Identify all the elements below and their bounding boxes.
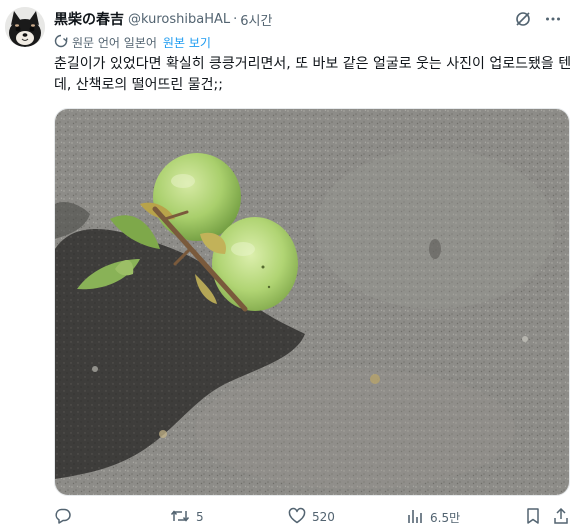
share-icon [552, 507, 570, 528]
views-icon [406, 507, 424, 528]
like-button[interactable]: 520 [288, 506, 335, 528]
display-name[interactable]: 黒柴の春吉 [54, 9, 124, 29]
bookmark-button[interactable] [524, 506, 542, 528]
views-button[interactable]: 6.5만 [406, 506, 460, 528]
share-button[interactable] [552, 506, 570, 528]
reply-icon [54, 507, 72, 528]
reply-button[interactable] [54, 506, 78, 528]
tweet-actions: 5 520 6.5만 [54, 506, 570, 528]
more-icon[interactable] [542, 8, 564, 30]
views-count: 6.5만 [430, 510, 461, 525]
separator-dot: · [233, 11, 238, 27]
like-icon [288, 507, 306, 528]
show-original-link[interactable]: 원본 보기 [163, 34, 211, 51]
tweet-header: 黒柴の春吉 @kuroshibaHAL · 6시간 [54, 8, 570, 30]
user-handle[interactable]: @kuroshibaHAL [128, 12, 230, 27]
bookmark-icon [524, 507, 542, 528]
grok-icon[interactable] [512, 8, 534, 30]
translation-label: 원문 언어 일본어 [72, 35, 157, 50]
retweet-button[interactable]: 5 [170, 506, 204, 528]
tweet-text: 춘길이가 있었다면 확실히 킁킁거리면서, 또 바보 같은 얼굴로 웃는 사진이… [54, 56, 572, 93]
translate-icon [54, 34, 68, 51]
timestamp[interactable]: 6시간 [240, 10, 272, 29]
avatar[interactable] [5, 7, 45, 47]
translation-row: 원문 언어 일본어 원본 보기 [54, 33, 211, 51]
like-count: 520 [312, 510, 335, 524]
retweet-icon [170, 507, 190, 528]
tweet-photo[interactable] [54, 108, 570, 496]
tweet[interactable]: 黒柴の春吉 @kuroshibaHAL · 6시간 원문 언어 일본어 원본 보… [0, 0, 584, 529]
retweet-count: 5 [196, 510, 204, 524]
